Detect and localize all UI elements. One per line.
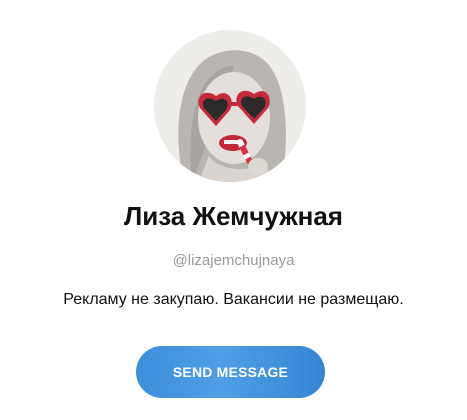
avatar-illustration — [154, 30, 306, 182]
send-message-button[interactable]: SEND MESSAGE — [136, 346, 325, 398]
channel-profile: Лиза Жемчужная @lizajemchujnaya Рекламу … — [0, 0, 467, 420]
channel-bio: Рекламу не закупаю. Вакансии не размещаю… — [63, 291, 404, 308]
channel-username[interactable]: @lizajemchujnaya — [0, 250, 467, 272]
avatar[interactable] — [154, 30, 306, 182]
channel-name: Лиза Жемчужная — [124, 201, 343, 231]
